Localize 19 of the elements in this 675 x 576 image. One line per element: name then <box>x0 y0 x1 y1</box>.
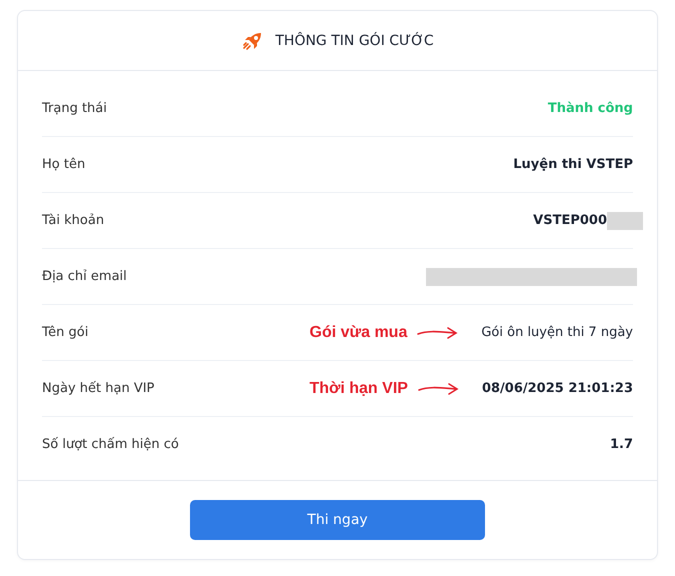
field-label: Địa chỉ email <box>42 269 127 284</box>
annotation-text: Thời hạn VIP <box>309 380 408 398</box>
arrow-icon <box>417 326 460 340</box>
card-title: THÔNG TIN GÓI CƯỚC <box>275 32 434 48</box>
field-value: Thành công <box>548 101 633 116</box>
annotation-text: Gói vừa mua <box>310 324 408 342</box>
start-button[interactable]: Thi ngay <box>190 500 485 540</box>
field-label: Họ tên <box>42 157 86 172</box>
field-value: Gói ôn luyện thi 7 ngày <box>481 325 633 340</box>
field-label: Tài khoản <box>42 213 104 228</box>
field-value: VSTEP000 <box>533 213 607 228</box>
field-label: Ngày hết hạn VIP <box>42 381 154 396</box>
field-label: Trạng thái <box>42 101 107 116</box>
field-value: Luyện thi VSTEP <box>513 157 633 172</box>
arrow-icon <box>418 382 460 396</box>
field-value: 1.7 <box>610 437 633 452</box>
field-label: Tên gói <box>42 325 88 340</box>
field-label: Số lượt chấm hiện có <box>42 437 179 452</box>
field-value: 08/06/2025 21:01:23 <box>482 381 633 396</box>
